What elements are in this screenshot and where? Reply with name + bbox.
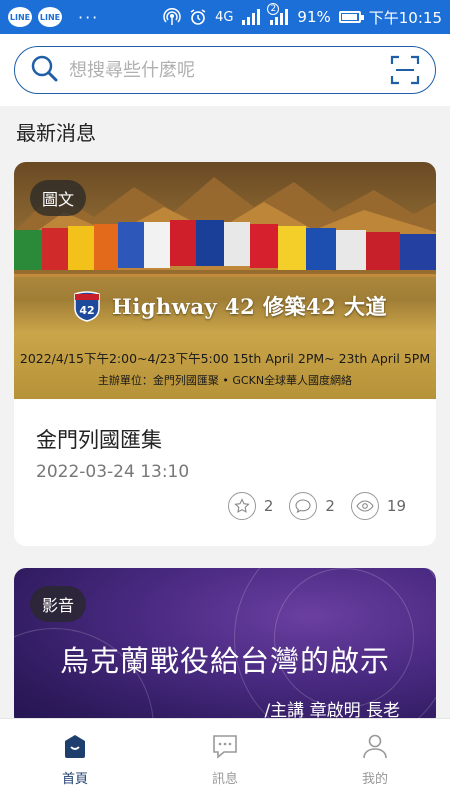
search-bar[interactable] <box>14 46 436 94</box>
more-notifications-indicator: ··· <box>78 7 100 27</box>
section-title: 最新消息 <box>16 121 96 145</box>
video-banner-image: 影音 烏克蘭戰役給台灣的啟示 /主講 章啟明 長老 <box>14 568 436 728</box>
news-stats: 2 2 19 <box>227 492 414 520</box>
battery-percent: 91% <box>297 8 331 26</box>
nav-profile[interactable]: 我的 <box>300 719 450 800</box>
scan-qr-icon[interactable] <box>389 54 421 86</box>
comment-icon[interactable] <box>289 492 318 520</box>
search-icon[interactable] <box>29 53 59 87</box>
content-type-badge: 影音 <box>30 586 87 622</box>
banner-organizer: 主辦單位：金門列國匯聚 • GCKN全球華人國度網絡 <box>97 374 353 387</box>
line-app-icon: LINE <box>38 7 62 27</box>
battery-icon <box>338 11 364 23</box>
video-card[interactable]: 影音 烏克蘭戰役給台灣的啟示 /主講 章啟明 長老 <box>14 568 436 728</box>
news-date: 2022-03-24 13:10 <box>36 462 190 482</box>
user-icon <box>361 732 389 764</box>
nav-messages[interactable]: 訊息 <box>150 719 300 800</box>
nav-profile-label: 我的 <box>361 772 388 787</box>
banner-dates: 2022/4/15下午2:00~4/23下午5:00 15th April 2P… <box>19 351 431 366</box>
line-app-icon: LINE <box>8 7 32 27</box>
message-icon <box>211 732 239 764</box>
view-count: 19 <box>386 497 406 515</box>
nav-home-label: 首頁 <box>61 772 88 787</box>
signal-icon <box>241 9 261 25</box>
content-type-badge: 圖文 <box>30 180 87 216</box>
highway-shield-icon: 42 <box>74 291 100 322</box>
bottom-nav: 首頁 訊息 我的 <box>0 718 450 800</box>
news-title[interactable]: 金門列國匯集 <box>36 424 162 454</box>
search-input[interactable] <box>69 59 389 81</box>
clock: 下午10:15 <box>368 8 442 27</box>
highway-shield-number: 42 <box>79 304 94 317</box>
hotspot-icon <box>163 8 181 26</box>
like-count: 2 <box>263 497 274 515</box>
news-banner-image: 圖文 42 Highway 42 修築42 大道 2022/4/15下午2:00… <box>14 162 436 399</box>
signal-sim2-icon: 2 <box>267 3 289 25</box>
network-type-label: 4G <box>215 9 234 25</box>
like-star-icon[interactable] <box>227 492 256 520</box>
comment-count: 2 <box>325 497 335 515</box>
status-bar: LINE LINE ··· 4G 2 91% 下午10:15 <box>0 0 450 34</box>
nav-home[interactable]: 首頁 <box>0 719 150 800</box>
banner-title-row: 42 Highway 42 修築42 大道 <box>72 290 387 322</box>
alarm-icon <box>189 8 207 26</box>
nav-messages-label: 訊息 <box>211 772 238 787</box>
news-card[interactable]: 圖文 42 Highway 42 修築42 大道 2022/4/15下午2:00… <box>14 162 436 546</box>
video-title: 烏克蘭戰役給台灣的啟示 <box>59 644 390 678</box>
home-icon <box>61 732 89 764</box>
header <box>0 34 450 106</box>
banner-title: Highway 42 修築42 大道 <box>112 294 388 319</box>
views-eye-icon <box>350 492 379 520</box>
